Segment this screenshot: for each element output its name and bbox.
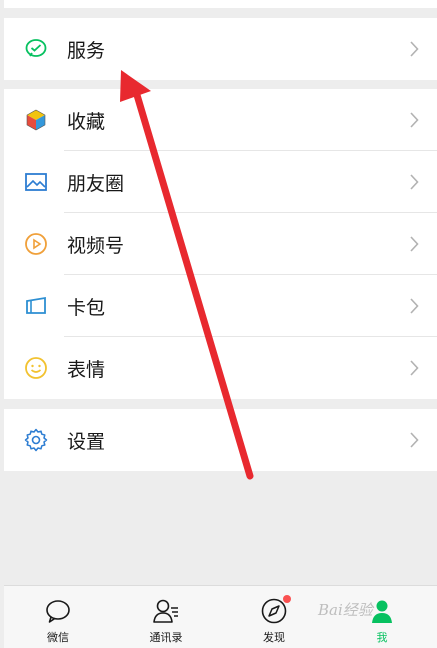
- menu-item-stickers[interactable]: 表情: [4, 337, 437, 399]
- menu-item-services[interactable]: 服务: [4, 18, 437, 80]
- services-group: 服务: [4, 18, 437, 80]
- chevron-right-icon: [410, 432, 419, 448]
- favorites-cube-icon: [24, 108, 48, 132]
- tab-me-label: 我: [376, 631, 388, 644]
- settings-group: 设置: [4, 409, 437, 471]
- menu-item-settings[interactable]: 设置: [4, 409, 437, 471]
- gear-icon: [24, 428, 48, 452]
- menu-item-cards[interactable]: 卡包: [4, 275, 437, 337]
- moments-image-icon: [24, 170, 48, 194]
- card-wallet-icon: [24, 294, 48, 318]
- compass-icon: [259, 595, 291, 626]
- tab-contacts-label: 通讯录: [149, 631, 183, 644]
- chevron-right-icon: [410, 298, 419, 314]
- menu-item-favorites-label: 收藏: [67, 110, 106, 133]
- menu-item-moments[interactable]: 朋友圈: [4, 151, 437, 213]
- tab-contacts[interactable]: 通讯录: [126, 586, 206, 648]
- channels-play-icon: [24, 232, 48, 256]
- menu-item-favorites[interactable]: 收藏: [4, 89, 437, 151]
- tab-chats[interactable]: 微信: [18, 586, 98, 648]
- wechat-pay-icon: [24, 37, 48, 61]
- contacts-person-icon: [151, 596, 181, 626]
- menu-item-channels[interactable]: 视频号: [4, 213, 437, 275]
- tab-chats-label: 微信: [47, 631, 69, 644]
- chevron-right-icon: [410, 41, 419, 57]
- smiley-icon: [24, 356, 48, 380]
- menu-item-services-label: 服务: [67, 39, 106, 62]
- chevron-right-icon: [410, 360, 419, 376]
- chevron-right-icon: [410, 112, 419, 128]
- main-group: 收藏 朋友圈 视频号 卡包 表情: [4, 89, 437, 399]
- tab-discover[interactable]: 发现: [234, 586, 314, 648]
- menu-item-settings-label: 设置: [67, 430, 106, 453]
- menu-item-stickers-label: 表情: [67, 358, 106, 381]
- chevron-right-icon: [410, 236, 419, 252]
- menu-item-cards-label: 卡包: [67, 296, 106, 319]
- chat-bubble-icon: [43, 596, 73, 626]
- menu-item-moments-label: 朋友圈: [67, 172, 125, 195]
- menu-item-channels-label: 视频号: [67, 234, 125, 257]
- tab-discover-label: 发现: [263, 631, 285, 644]
- top-group-edge: [4, 0, 437, 8]
- watermark: Bai经验: [318, 601, 373, 619]
- notification-dot: [283, 595, 291, 603]
- chevron-right-icon: [410, 174, 419, 190]
